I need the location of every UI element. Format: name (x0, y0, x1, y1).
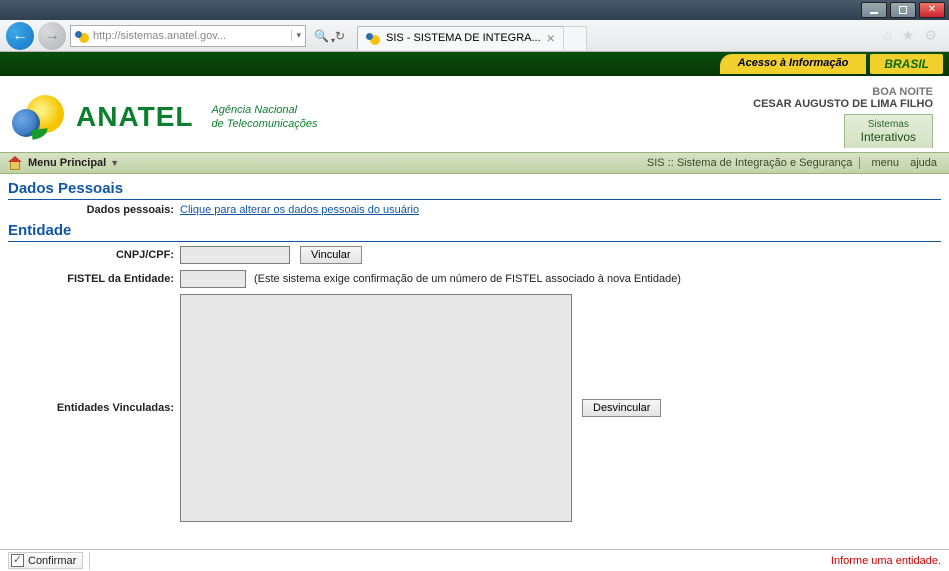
cnpj-label: CNPJ/CPF: (8, 249, 180, 261)
back-button[interactable]: ← (6, 22, 34, 50)
page-body: Acesso à Informação BRASIL ANATEL Agênci… (0, 52, 949, 571)
url-dropdown-icon[interactable]: ▾ (291, 30, 301, 41)
chevron-down-icon: ▼ (110, 158, 119, 168)
error-message: Informe uma entidade. (831, 555, 941, 567)
tab-title: SIS - SISTEMA DE INTEGRA... (386, 32, 541, 44)
window-minimize-button[interactable] (861, 2, 887, 18)
entidades-row: Entidades Vinculadas: Desvincular (8, 294, 941, 522)
gov-bar: Acesso à Informação BRASIL (0, 52, 949, 76)
site-favicon-icon (75, 29, 89, 43)
footer-bar: Confirmar Informe uma entidade. (0, 549, 949, 571)
check-icon (11, 554, 24, 567)
confirmar-button[interactable]: Confirmar (8, 552, 83, 569)
tab-favicon-icon (366, 31, 380, 45)
cnpj-input[interactable] (180, 246, 290, 264)
dados-pessoais-label: Dados pessoais: (8, 204, 180, 216)
slogan-line1: Agência Nacional (211, 103, 317, 117)
tools-icon[interactable]: ⚙ (924, 27, 937, 44)
menu-principal[interactable]: Menu Principal (28, 157, 106, 169)
page-header: ANATEL Agência Nacional de Telecomunicaç… (0, 76, 949, 152)
logo-text: ANATEL (76, 101, 193, 133)
url-action-icons: 🔍▾ ↻ (314, 29, 345, 43)
confirmar-label: Confirmar (28, 555, 76, 567)
favorites-icon[interactable]: ★ (902, 27, 915, 44)
greeting: BOA NOITE (753, 86, 933, 98)
home-menu-icon[interactable] (8, 157, 22, 169)
refresh-icon[interactable]: ↻ (335, 29, 345, 43)
content-area: Dados Pessoais Dados pessoais: Clique pa… (0, 174, 949, 534)
dados-pessoais-title: Dados Pessoais (8, 180, 941, 200)
window-close-button[interactable]: ✕ (919, 2, 945, 18)
dados-pessoais-row: Dados pessoais: Clique para alterar os d… (8, 204, 941, 216)
ajuda-link[interactable]: ajuda (906, 157, 941, 169)
entidade-title: Entidade (8, 222, 941, 242)
browser-tab-active[interactable]: SIS - SISTEMA DE INTEGRA... × (357, 26, 564, 50)
home-icon[interactable]: ⌂ (883, 27, 891, 44)
entidades-label: Entidades Vinculadas: (8, 402, 180, 414)
sistemas-tab-line1: Sistemas (861, 119, 916, 130)
window-titlebar: ✕ (0, 0, 949, 20)
menu-link[interactable]: menu (867, 157, 903, 169)
vincular-button[interactable]: Vincular (300, 246, 362, 264)
tab-close-icon[interactable]: × (547, 30, 555, 46)
menu-bar: Menu Principal ▼ SIS :: Sistema de Integ… (0, 152, 949, 174)
browser-menu-icons: ⌂ ★ ⚙ (883, 27, 943, 44)
alterar-dados-link[interactable]: Clique para alterar os dados pessoais do… (180, 204, 419, 216)
cnpj-row: CNPJ/CPF: Vincular (8, 246, 941, 264)
slogan: Agência Nacional de Telecomunicações (211, 103, 317, 131)
entidades-listbox[interactable] (180, 294, 572, 522)
search-icon[interactable]: 🔍▾ (314, 29, 329, 43)
url-text: http://sistemas.anatel.gov... (93, 30, 287, 42)
fistel-hint: (Este sistema exige confirmação de um nú… (254, 273, 681, 285)
username: CESAR AUGUSTO DE LIMA FILHO (753, 98, 933, 110)
breadcrumb: SIS :: Sistema de Integração e Segurança… (647, 157, 941, 169)
desvincular-button[interactable]: Desvincular (582, 399, 661, 417)
sistemas-tab-line2: Interativos (861, 130, 916, 144)
access-info-link[interactable]: Acesso à Informação (720, 54, 867, 74)
fistel-row: FISTEL da Entidade: (Este sistema exige … (8, 270, 941, 288)
browser-toolbar: ← → http://sistemas.anatel.gov... ▾ 🔍▾ ↻… (0, 20, 949, 52)
forward-button[interactable]: → (38, 22, 66, 50)
fistel-input[interactable] (180, 270, 246, 288)
address-bar[interactable]: http://sistemas.anatel.gov... ▾ (70, 25, 306, 47)
header-right: BOA NOITE CESAR AUGUSTO DE LIMA FILHO Si… (753, 86, 937, 148)
breadcrumb-text: SIS :: Sistema de Integração e Segurança (647, 157, 852, 169)
fistel-label: FISTEL da Entidade: (8, 273, 180, 285)
sistemas-tab[interactable]: Sistemas Interativos (844, 114, 933, 148)
anatel-logo-icon (12, 95, 68, 139)
brasil-badge[interactable]: BRASIL (870, 54, 943, 74)
slogan-line2: de Telecomunicações (211, 117, 317, 131)
tab-strip: SIS - SISTEMA DE INTEGRA... × (357, 22, 587, 50)
divider (89, 552, 90, 570)
window-maximize-button[interactable] (890, 2, 916, 18)
new-tab-button[interactable] (563, 26, 587, 50)
